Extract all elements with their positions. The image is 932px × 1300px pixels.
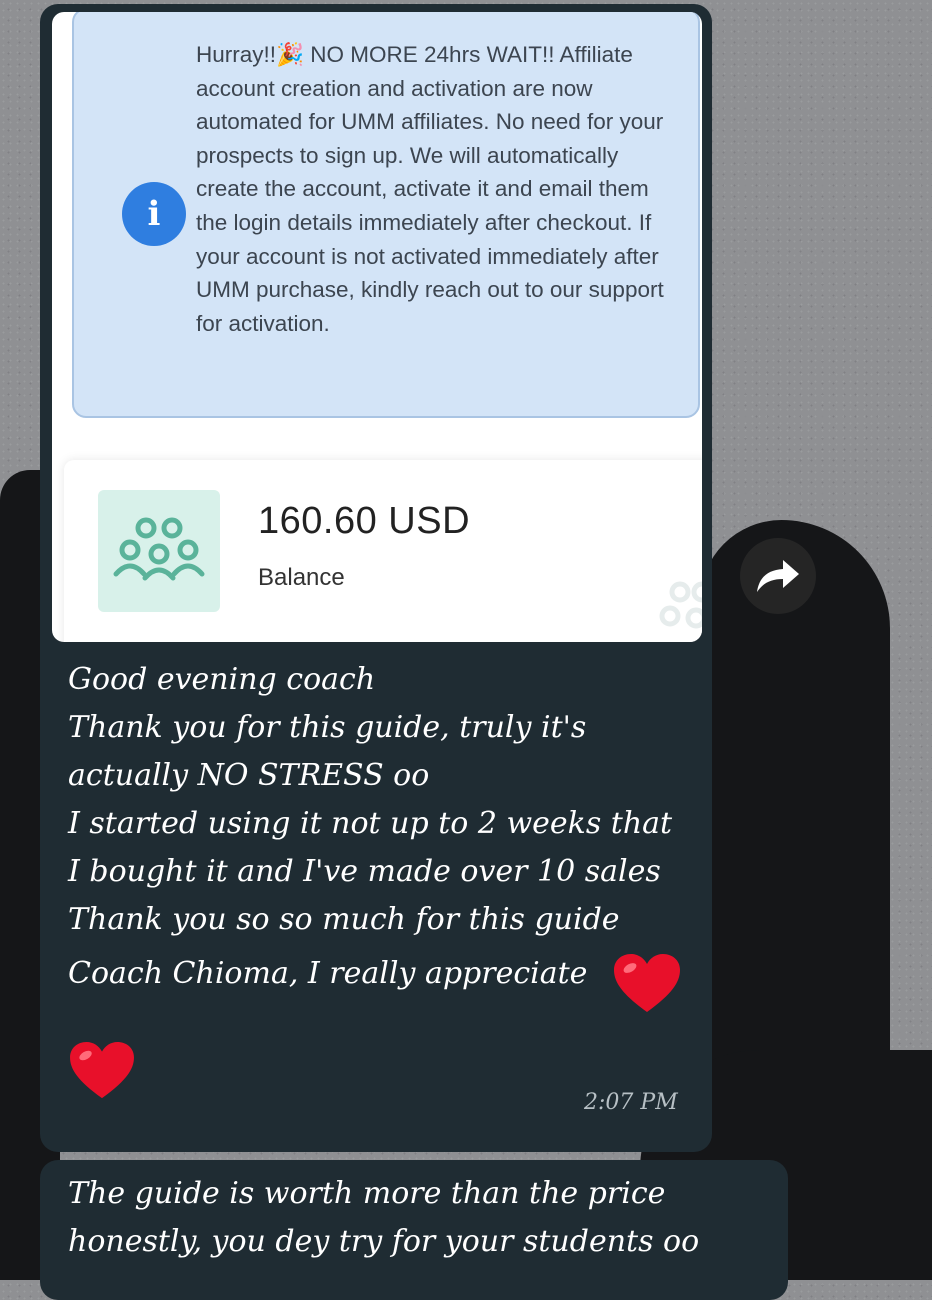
message-timestamp: 2:07 PM bbox=[584, 1090, 678, 1115]
forward-arrow-icon bbox=[757, 560, 799, 592]
forward-button[interactable] bbox=[740, 538, 816, 614]
shared-screenshot-image[interactable]: i Hurray!!🎉 NO MORE 24hrs WAIT!! Affilia… bbox=[52, 12, 702, 642]
info-notice-text: Hurray!!🎉 NO MORE 24hrs WAIT!! Affiliate… bbox=[196, 42, 664, 336]
red-heart-icon bbox=[614, 954, 680, 1012]
faded-users-icon bbox=[659, 581, 702, 629]
message-text: Good evening coach Thank you for this gu… bbox=[68, 662, 673, 937]
info-icon: i bbox=[122, 182, 186, 246]
balance-label: Balance bbox=[258, 564, 345, 591]
balance-card: 160.60 USD Balance bbox=[64, 460, 702, 642]
message-text: The guide is worth more than the price h… bbox=[68, 1176, 700, 1259]
balance-amount: 160.60 USD bbox=[258, 500, 471, 542]
background-shadow bbox=[700, 520, 890, 1120]
red-heart-icon bbox=[70, 1041, 134, 1099]
info-notice: i Hurray!!🎉 NO MORE 24hrs WAIT!! Affilia… bbox=[72, 12, 700, 418]
users-group-icon bbox=[98, 490, 220, 612]
